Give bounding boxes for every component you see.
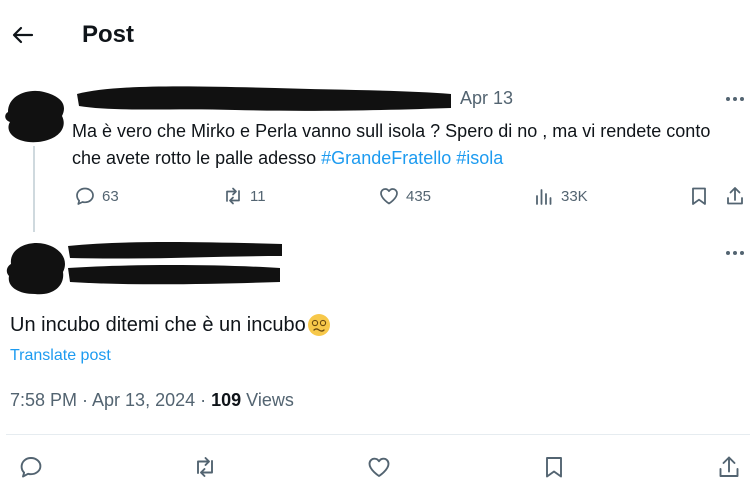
hashtag-link[interactable]: #GrandeFratello (321, 148, 451, 168)
more-options-icon[interactable] (722, 240, 748, 266)
thread-line (33, 146, 35, 232)
post-timestamp[interactable]: 7:58 PM · Apr 13, 2024 · (10, 390, 211, 410)
main-post-text: Un incubo ditemi che è un incubo (10, 313, 331, 337)
hashtag-link[interactable]: #isola (456, 148, 503, 168)
avatar[interactable] (2, 84, 68, 144)
translate-post-link[interactable]: Translate post (10, 347, 111, 365)
share-icon (727, 187, 743, 205)
views-count: 33K (561, 187, 588, 205)
views-label: Views (241, 390, 294, 410)
reply-button[interactable]: 63 (74, 183, 119, 209)
repost-button[interactable]: 11 (222, 183, 266, 209)
back-button[interactable] (8, 20, 38, 50)
share-icon[interactable] (716, 454, 742, 480)
like-button[interactable]: 435 (378, 183, 431, 209)
avatar[interactable] (3, 238, 67, 296)
share-button[interactable] (724, 183, 746, 209)
post-date[interactable]: Apr 13 (460, 88, 513, 109)
repost-icon[interactable] (192, 454, 218, 480)
analytics-icon (536, 189, 552, 205)
redacted-username (68, 242, 282, 285)
redacted-username (77, 86, 451, 111)
bookmark-button[interactable] (688, 183, 710, 209)
post-header: Post (0, 0, 750, 70)
arrow-left-icon (12, 26, 34, 44)
bookmark-icon[interactable] (541, 454, 567, 480)
heart-icon (380, 188, 398, 205)
more-options-icon[interactable] (722, 86, 748, 112)
reply-icon (76, 187, 94, 205)
dizzy-face-emoji (307, 314, 330, 336)
like-count: 435 (406, 187, 432, 205)
views-button[interactable]: 33K (533, 183, 588, 209)
repost-count: 11 (250, 187, 266, 205)
bookmark-icon (692, 187, 706, 205)
repost-icon (226, 187, 240, 205)
heart-icon[interactable] (366, 454, 392, 480)
reply-icon[interactable] (18, 454, 44, 480)
parent-post-text: Ma è vero che Mirko e Perla vanno sull i… (72, 118, 742, 172)
reply-count: 63 (102, 187, 119, 205)
post-text: Un incubo ditemi che è un incubo (10, 313, 306, 336)
page-title: Post (82, 21, 135, 48)
views-count: 109 (211, 390, 242, 410)
divider (6, 434, 750, 435)
post-metadata: 7:58 PM · Apr 13, 2024 · 109 Views (10, 390, 294, 411)
